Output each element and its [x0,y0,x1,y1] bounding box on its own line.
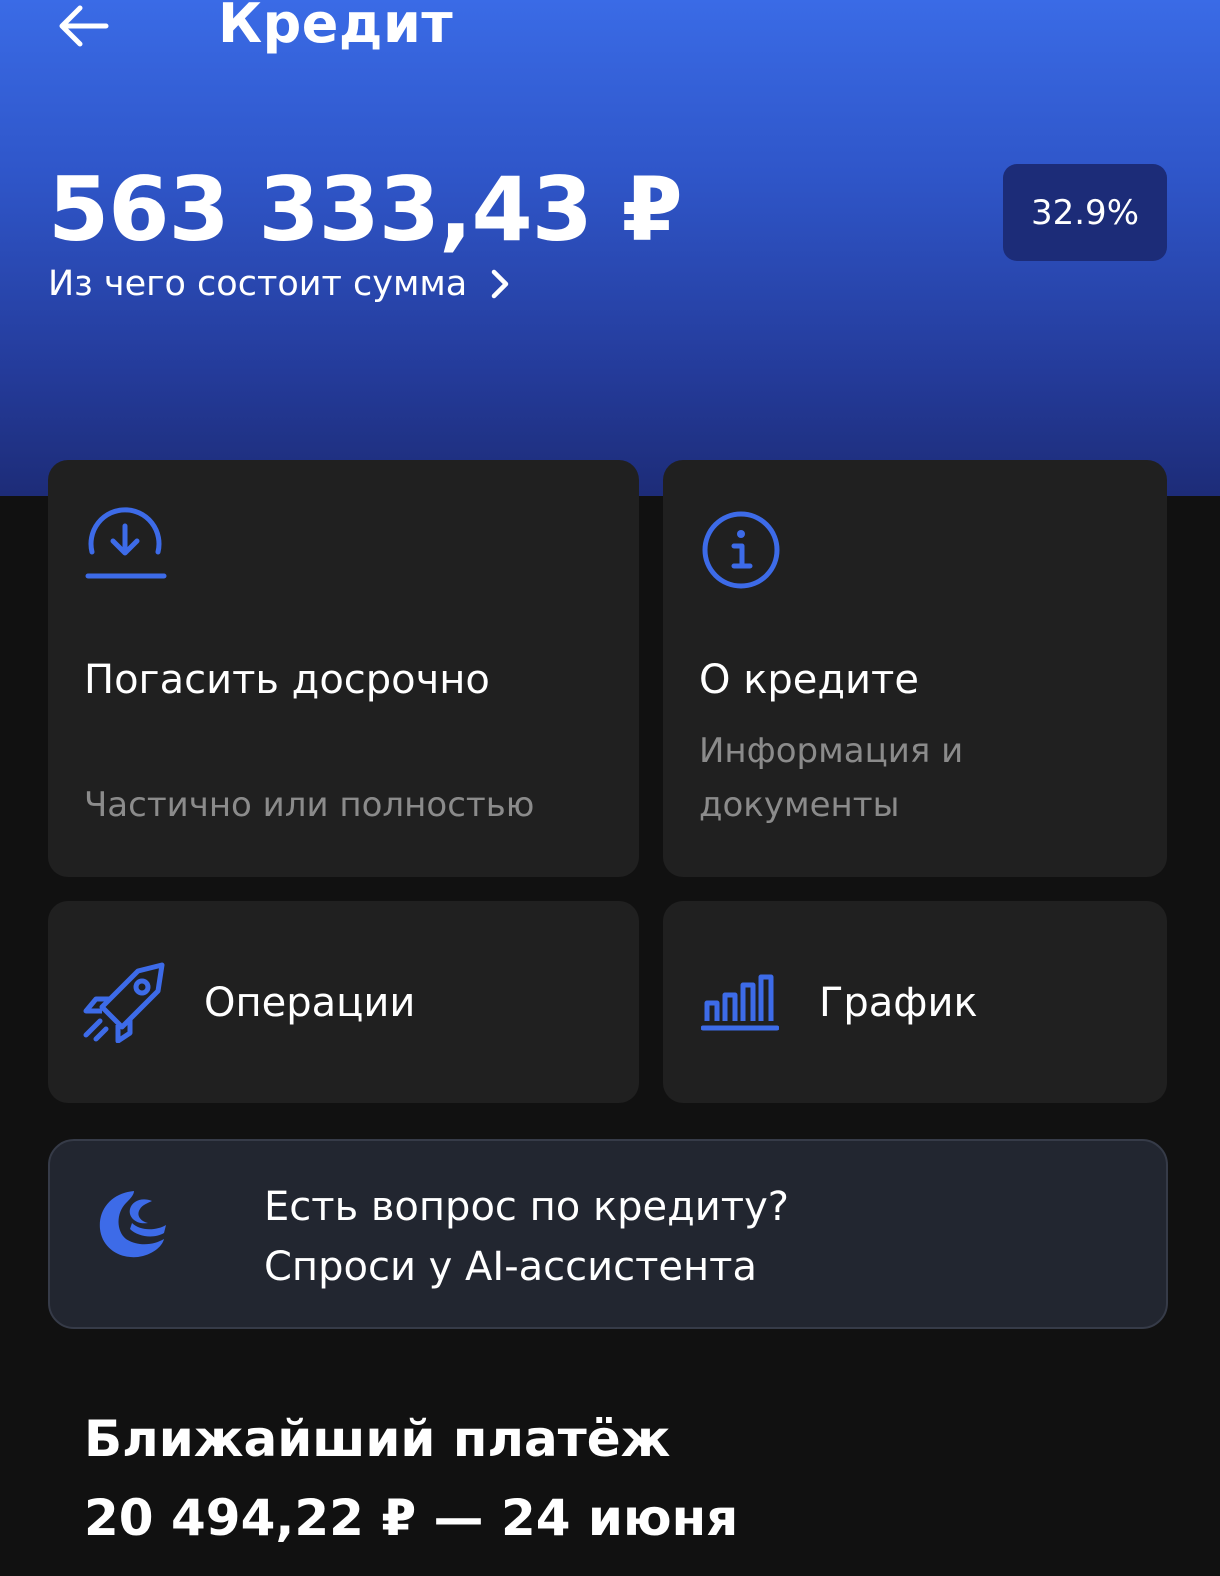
arrow-left-icon [59,5,109,47]
amount-breakdown-label: Из чего состоит сумма [48,264,468,304]
operations-card[interactable]: Операции [48,901,639,1103]
download-circle-icon [84,506,168,586]
early-repay-subtitle: Частично или полностью [84,785,535,825]
assistant-logo-icon [94,1187,170,1267]
loan-header: Кредит 563 333,43 ₽ Из чего состоит сумм… [0,0,1220,496]
bar-chart-icon [700,973,780,1035]
ai-assistant-banner[interactable]: Есть вопрос по кредиту? Спроси у AI-асси… [48,1139,1168,1329]
early-repay-title: Погасить досрочно [84,657,490,703]
next-payment-value: 20 494,22 ₽ — 24 июня [84,1489,739,1547]
next-payment: Ближайший платёж 20 494,22 ₽ — 24 июня [84,1404,738,1558]
loan-amount: 563 333,43 ₽ [48,158,683,261]
assistant-line-1: Есть вопрос по кредиту? [264,1184,789,1230]
next-payment-label: Ближайший платёж [84,1410,671,1468]
assistant-line-2: Спроси у AI-ассистента [264,1244,757,1290]
about-loan-card[interactable]: О кредите Информация и документы [663,460,1167,877]
interest-rate-badge: 32.9% [1003,164,1167,261]
back-button[interactable] [52,0,116,52]
info-circle-icon [701,510,781,594]
chevron-right-icon [489,268,511,300]
about-loan-title: О кредите [699,657,919,703]
about-loan-subtitle: Информация и документы [699,731,964,825]
page-title: Кредит [218,0,454,55]
amount-breakdown-link[interactable]: Из чего состоит сумма [48,262,511,306]
schedule-card[interactable]: График [663,901,1167,1103]
schedule-label: График [819,980,978,1026]
early-repay-card[interactable]: Погасить досрочно Частично или полностью [48,460,639,877]
rocket-icon [80,961,168,1047]
operations-label: Операции [204,980,416,1026]
